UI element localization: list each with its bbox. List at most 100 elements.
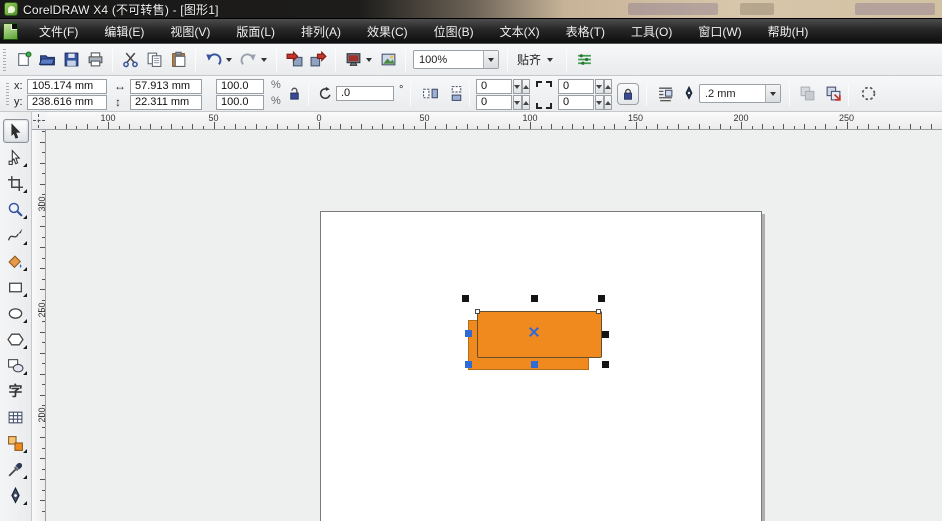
selection-handle-top-right[interactable] bbox=[598, 295, 605, 302]
scale-vertical-input[interactable]: 100.0 bbox=[216, 95, 264, 110]
horizontal-ruler[interactable]: 100 50 0 50 100 150 200 250 bbox=[46, 112, 942, 130]
open-curve-button[interactable] bbox=[821, 81, 845, 105]
ruler-origin-icon[interactable] bbox=[33, 114, 45, 128]
smart-fill-tool[interactable] bbox=[3, 249, 29, 273]
spinner-up[interactable] bbox=[521, 95, 530, 110]
corner-radius-top-right-input[interactable]: 0 bbox=[558, 79, 594, 94]
rectangle-tool[interactable] bbox=[3, 275, 29, 299]
copy-button[interactable] bbox=[142, 48, 166, 72]
redo-button[interactable] bbox=[236, 48, 260, 72]
snap-handle-bottom-middle[interactable] bbox=[531, 361, 538, 368]
save-button[interactable] bbox=[59, 48, 83, 72]
crop-tool[interactable] bbox=[3, 171, 29, 195]
snap-handle-middle-left[interactable] bbox=[465, 330, 472, 337]
print-button[interactable] bbox=[83, 48, 107, 72]
spinner-down[interactable] bbox=[595, 95, 604, 110]
corner-radius-top-left-input[interactable]: 0 bbox=[476, 79, 512, 94]
new-document-button[interactable] bbox=[11, 48, 35, 72]
object-width-input[interactable]: 57.913 mm bbox=[130, 79, 202, 94]
selection-handle-bottom-right[interactable] bbox=[602, 361, 609, 368]
zoom-level-dropdown-button[interactable] bbox=[483, 51, 498, 68]
toolbar-grip[interactable] bbox=[3, 48, 6, 71]
orange-rectangle-front[interactable] bbox=[477, 311, 602, 358]
eyedropper-tool[interactable] bbox=[3, 457, 29, 481]
outline-width-dropdown-button[interactable] bbox=[765, 85, 780, 102]
menu-item-edit[interactable]: 编辑(E) bbox=[91, 19, 157, 44]
cut-button[interactable] bbox=[118, 48, 142, 72]
menu-item-layout[interactable]: 版面(L) bbox=[223, 19, 288, 44]
outline-width-combo[interactable]: .2 mm bbox=[699, 84, 781, 103]
scale-horizontal-input[interactable]: 100.0 bbox=[216, 79, 264, 94]
x-position-input[interactable]: 105.174 mm bbox=[27, 79, 107, 94]
table-tool[interactable] bbox=[3, 405, 29, 429]
scale-lock-icon[interactable] bbox=[287, 86, 302, 101]
import-button[interactable] bbox=[282, 48, 306, 72]
corner-radius-bottom-left-input[interactable]: 0 bbox=[476, 95, 512, 110]
options-button[interactable] bbox=[572, 48, 596, 72]
document-icon[interactable] bbox=[3, 22, 18, 40]
ellipse-tool[interactable] bbox=[3, 301, 29, 325]
spinner-down[interactable] bbox=[595, 79, 604, 94]
object-properties-button[interactable] bbox=[856, 81, 880, 105]
object-height-input[interactable]: 22.311 mm bbox=[130, 95, 202, 110]
paste-button[interactable] bbox=[166, 48, 190, 72]
spinner-down[interactable] bbox=[513, 79, 522, 94]
corner-radius-spinner[interactable] bbox=[513, 79, 530, 94]
vertical-ruler[interactable]: 300 250 200 bbox=[32, 130, 46, 521]
export-button[interactable] bbox=[306, 48, 330, 72]
spinner-up[interactable] bbox=[521, 79, 530, 94]
rotation-angle-input[interactable]: .0 bbox=[336, 86, 394, 101]
menu-item-file[interactable]: 文件(F) bbox=[26, 19, 91, 44]
corner-radius-bottom-right-input[interactable]: 0 bbox=[558, 95, 594, 110]
open-button[interactable] bbox=[35, 48, 59, 72]
selection-handle-top-left[interactable] bbox=[462, 295, 469, 302]
polygon-tool[interactable] bbox=[3, 327, 29, 351]
menu-item-tools[interactable]: 工具(O) bbox=[618, 19, 685, 44]
basic-shapes-tool[interactable] bbox=[3, 353, 29, 377]
shape-tool[interactable] bbox=[3, 145, 29, 169]
welcome-screen-button[interactable] bbox=[376, 48, 400, 72]
zoom-tool[interactable] bbox=[3, 197, 29, 221]
corner-radius-spinner[interactable] bbox=[595, 95, 612, 110]
menu-item-effects[interactable]: 效果(C) bbox=[354, 19, 421, 44]
menu-item-arrange[interactable]: 排列(A) bbox=[288, 19, 354, 44]
menu-item-text[interactable]: 文本(X) bbox=[487, 19, 553, 44]
redo-dropdown-arrow[interactable] bbox=[261, 57, 267, 62]
undo-dropdown-arrow[interactable] bbox=[226, 57, 232, 62]
snap-handle-bottom-left[interactable] bbox=[465, 361, 472, 368]
convert-to-curves-button-disabled[interactable] bbox=[795, 81, 819, 105]
zoom-level-combo[interactable]: 100% bbox=[413, 50, 499, 69]
outline-tool[interactable] bbox=[3, 483, 29, 507]
rect-corner-node-right[interactable] bbox=[596, 309, 601, 314]
menu-item-help[interactable]: 帮助(H) bbox=[755, 19, 822, 44]
pick-tool[interactable] bbox=[2, 119, 29, 143]
spinner-down[interactable] bbox=[513, 95, 522, 110]
snap-dropdown[interactable]: 贴齐 bbox=[513, 48, 561, 71]
menu-item-window[interactable]: 窗口(W) bbox=[685, 19, 754, 44]
spinner-up[interactable] bbox=[603, 79, 612, 94]
wrap-paragraph-text-button[interactable] bbox=[653, 81, 677, 105]
y-position-input[interactable]: 238.616 mm bbox=[27, 95, 107, 110]
rect-corner-node-left[interactable] bbox=[475, 309, 480, 314]
drawing-canvas[interactable] bbox=[46, 130, 942, 521]
menu-item-bitmaps[interactable]: 位图(B) bbox=[421, 19, 487, 44]
menu-item-table[interactable]: 表格(T) bbox=[553, 19, 618, 44]
selection-handle-middle-right[interactable] bbox=[602, 331, 609, 338]
round-corners-together-lock-button[interactable] bbox=[617, 83, 639, 105]
mirror-horizontal-button[interactable] bbox=[418, 81, 442, 105]
menu-item-view[interactable]: 视图(V) bbox=[157, 19, 223, 44]
application-launcher-dropdown-arrow[interactable] bbox=[366, 57, 372, 62]
ruler-tick bbox=[435, 126, 437, 129]
text-tool[interactable]: 字 bbox=[3, 379, 29, 403]
application-launcher-button[interactable] bbox=[341, 48, 365, 72]
undo-button[interactable] bbox=[201, 48, 225, 72]
selection-center-x-marker[interactable] bbox=[529, 327, 539, 337]
corner-radius-spinner[interactable] bbox=[513, 95, 530, 110]
spinner-up[interactable] bbox=[603, 95, 612, 110]
blend-tool[interactable] bbox=[3, 431, 29, 455]
freehand-tool[interactable] bbox=[3, 223, 29, 247]
mirror-vertical-button[interactable] bbox=[444, 81, 468, 105]
selection-handle-top-middle[interactable] bbox=[531, 295, 538, 302]
property-bar-grip[interactable] bbox=[6, 83, 9, 105]
corner-radius-spinner[interactable] bbox=[595, 79, 612, 94]
